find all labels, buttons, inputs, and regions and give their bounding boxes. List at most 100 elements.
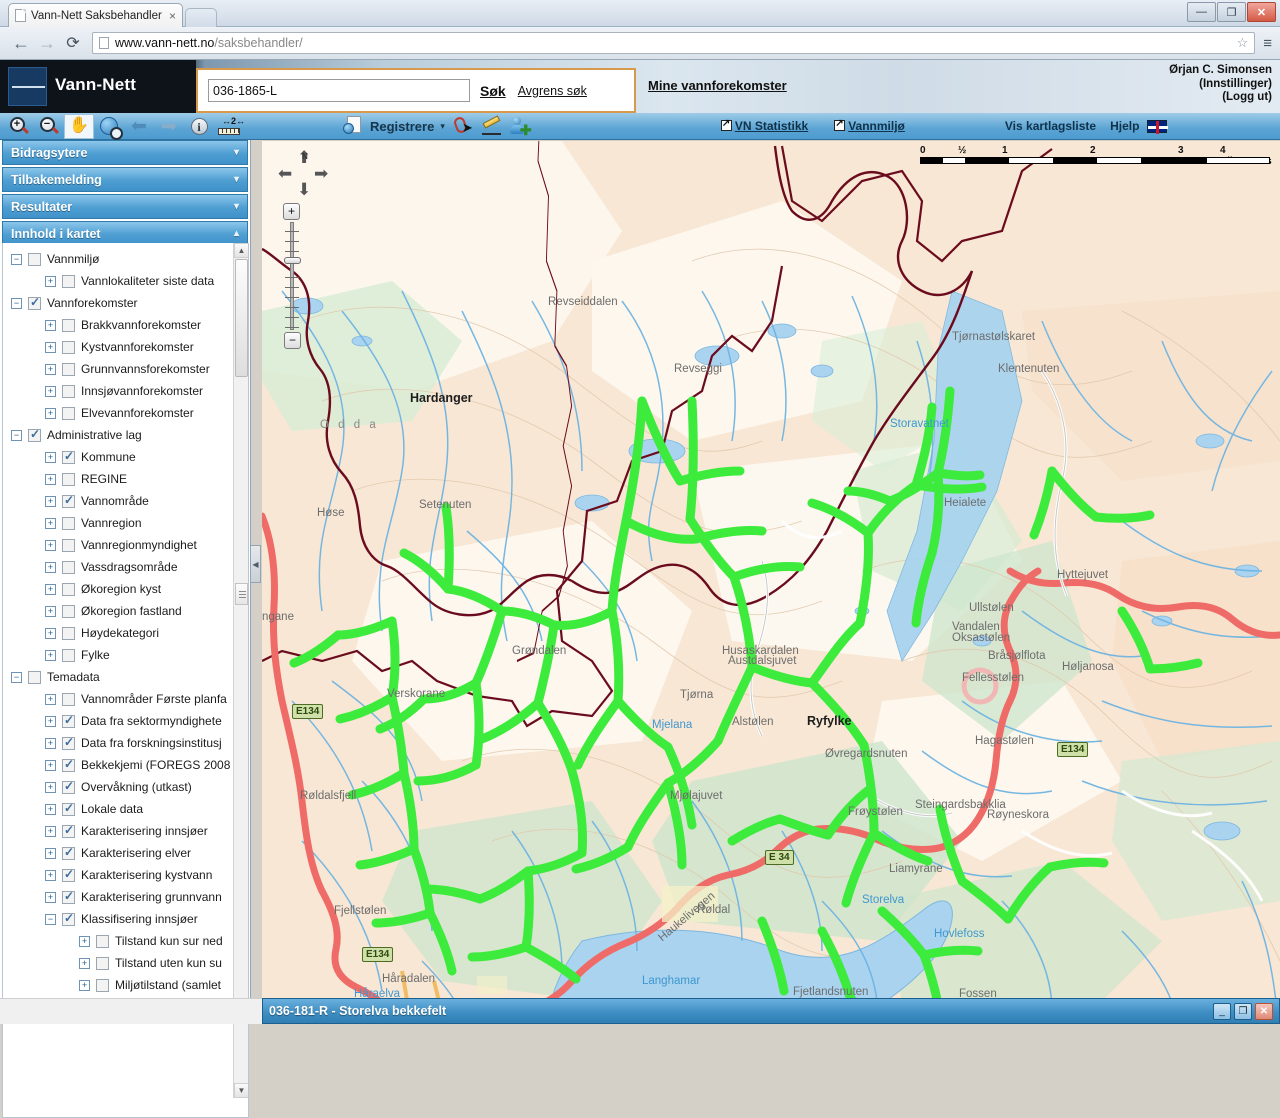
tree-node[interactable]: +Data fra forskningsinstitusj xyxy=(7,732,235,754)
reload-icon[interactable]: ⟳ xyxy=(60,30,86,56)
layer-checkbox[interactable] xyxy=(62,583,75,596)
expand-icon[interactable]: + xyxy=(45,606,56,617)
menu-icon[interactable]: ≡ xyxy=(1263,35,1272,52)
hjelp-button[interactable]: Hjelp xyxy=(1110,119,1139,133)
tree-node[interactable]: +Tilstand uten kun su xyxy=(7,952,235,974)
arrow-left-icon[interactable]: ⬅ xyxy=(124,114,154,139)
layer-checkbox[interactable] xyxy=(62,605,75,618)
layer-checkbox[interactable] xyxy=(62,715,75,728)
expand-icon[interactable]: + xyxy=(45,628,56,639)
tree-node[interactable]: +REGINE xyxy=(7,468,235,490)
expand-icon[interactable]: + xyxy=(45,848,56,859)
vannmiljo-link[interactable]: Vannmiljø xyxy=(834,119,905,133)
expand-icon[interactable]: + xyxy=(45,474,56,485)
zoom-in-button[interactable]: + xyxy=(283,203,300,220)
vn-statistikk-link[interactable]: VN Statistikk xyxy=(721,119,808,133)
tree-node[interactable]: +Lokale data xyxy=(7,798,235,820)
expand-icon[interactable]: + xyxy=(45,452,56,463)
layer-checkbox[interactable] xyxy=(62,275,75,288)
mine-vannforekomster-link[interactable]: Mine vannforekomster xyxy=(648,78,787,93)
feature-minimize-button[interactable]: _ xyxy=(1213,1003,1231,1020)
tree-node[interactable]: +Innsjøvannforekomster xyxy=(7,380,235,402)
expand-icon[interactable]: + xyxy=(45,694,56,705)
pan-hand-icon[interactable]: ✋ xyxy=(64,114,94,139)
tree-node[interactable]: −Temadata xyxy=(7,666,235,688)
tree-node[interactable]: +Vannområde xyxy=(7,490,235,512)
layer-checkbox[interactable] xyxy=(62,869,75,882)
bookmark-star-icon[interactable]: ☆ xyxy=(1237,35,1249,51)
tree-node[interactable]: +Vannområder Første planfa xyxy=(7,688,235,710)
tree-node[interactable]: +Karakterisering innsjøer xyxy=(7,820,235,842)
map-zoom-slider[interactable]: + − xyxy=(283,203,303,349)
tree-node[interactable]: +Kommune xyxy=(7,446,235,468)
tree-node[interactable]: +Data fra sektormyndighete xyxy=(7,710,235,732)
layer-checkbox[interactable] xyxy=(62,495,75,508)
tree-node[interactable]: +Økoregion kyst xyxy=(7,578,235,600)
collapse-icon[interactable]: − xyxy=(45,914,56,925)
zoom-out-button[interactable]: − xyxy=(284,332,301,349)
layer-checkbox[interactable] xyxy=(62,363,75,376)
tree-node[interactable]: +Elvevannforekomster xyxy=(7,402,235,424)
user-logout-link[interactable]: (Logg ut) xyxy=(1169,91,1272,105)
expand-icon[interactable]: + xyxy=(45,496,56,507)
zoom-slider-thumb[interactable] xyxy=(284,257,301,264)
zoom-in-icon[interactable]: + xyxy=(4,114,34,139)
expand-icon[interactable]: + xyxy=(45,408,56,419)
expand-icon[interactable]: + xyxy=(45,364,56,375)
tree-node[interactable]: +Brakkvannforekomster xyxy=(7,314,235,336)
tree-scroll-grip[interactable] xyxy=(235,583,248,605)
ruler-icon[interactable]: ↔2↔ xyxy=(214,114,244,139)
tree-node[interactable]: −Vannmiljø xyxy=(7,248,235,270)
expand-icon[interactable]: + xyxy=(45,870,56,881)
new-tab-button[interactable] xyxy=(185,8,217,27)
tree-node[interactable]: +Miljøtilstand (samlet xyxy=(7,974,235,996)
layer-checkbox[interactable] xyxy=(62,913,75,926)
pan-east-icon[interactable]: ➡ xyxy=(314,165,328,182)
tree-node[interactable]: −Klassifisering innsjøer xyxy=(7,908,235,930)
layer-checkbox[interactable] xyxy=(62,847,75,860)
layer-checkbox[interactable] xyxy=(96,957,109,970)
layer-checkbox[interactable] xyxy=(96,979,109,992)
map-canvas[interactable]: RevseiddalenTjørnastølskaretKlentenutenR… xyxy=(262,141,1280,1024)
scroll-down-arrow-icon[interactable]: ▼ xyxy=(234,1083,249,1098)
expand-icon[interactable]: + xyxy=(45,320,56,331)
expand-icon[interactable]: + xyxy=(45,892,56,903)
expand-icon[interactable]: + xyxy=(45,760,56,771)
layer-checkbox[interactable] xyxy=(28,253,41,266)
tree-scroll-thumb[interactable] xyxy=(235,259,248,377)
pencil-icon[interactable] xyxy=(481,116,503,136)
expand-icon[interactable]: + xyxy=(79,958,90,969)
search-submit-link[interactable]: Søk xyxy=(480,83,506,99)
zoom-out-icon[interactable]: − xyxy=(34,114,64,139)
tree-node[interactable]: +Kystvannforekomster xyxy=(7,336,235,358)
layer-checkbox[interactable] xyxy=(62,781,75,794)
expand-icon[interactable]: + xyxy=(45,738,56,749)
tree-node[interactable]: +Overvåkning (utkast) xyxy=(7,776,235,798)
tab-close-icon[interactable]: × xyxy=(169,9,176,23)
layer-checkbox[interactable] xyxy=(62,891,75,904)
pan-west-icon[interactable]: ⬅ xyxy=(278,165,292,182)
expand-icon[interactable]: + xyxy=(79,980,90,991)
tree-node[interactable]: +Økoregion fastland xyxy=(7,600,235,622)
arrow-right-icon[interactable]: ➡ xyxy=(154,114,184,139)
tree-node[interactable]: +Karakterisering kystvann xyxy=(7,864,235,886)
expand-icon[interactable]: + xyxy=(45,518,56,529)
expand-icon[interactable]: + xyxy=(45,804,56,815)
window-close-button[interactable]: ✕ xyxy=(1247,2,1276,22)
collapse-icon[interactable]: − xyxy=(11,430,22,441)
tree-node[interactable]: +Vassdragsområde xyxy=(7,556,235,578)
add-user-icon[interactable]: ✚ xyxy=(509,116,531,136)
layer-checkbox[interactable] xyxy=(62,803,75,816)
layer-checkbox[interactable] xyxy=(28,297,41,310)
expand-icon[interactable]: + xyxy=(45,650,56,661)
tree-node[interactable]: +Fylke xyxy=(7,644,235,666)
vis-kartlagsliste-button[interactable]: Vis kartlagsliste xyxy=(1005,119,1096,133)
accordion-tilbakemelding[interactable]: Tilbakemelding ▾ xyxy=(2,167,248,192)
layer-checkbox[interactable] xyxy=(62,341,75,354)
expand-icon[interactable]: + xyxy=(45,342,56,353)
register-document-icon[interactable] xyxy=(344,116,363,136)
chevron-down-icon[interactable]: ▾ xyxy=(440,121,445,132)
register-label[interactable]: Registrere xyxy=(370,119,434,134)
expand-icon[interactable]: + xyxy=(45,386,56,397)
accordion-resultater[interactable]: Resultater ▾ xyxy=(2,194,248,219)
